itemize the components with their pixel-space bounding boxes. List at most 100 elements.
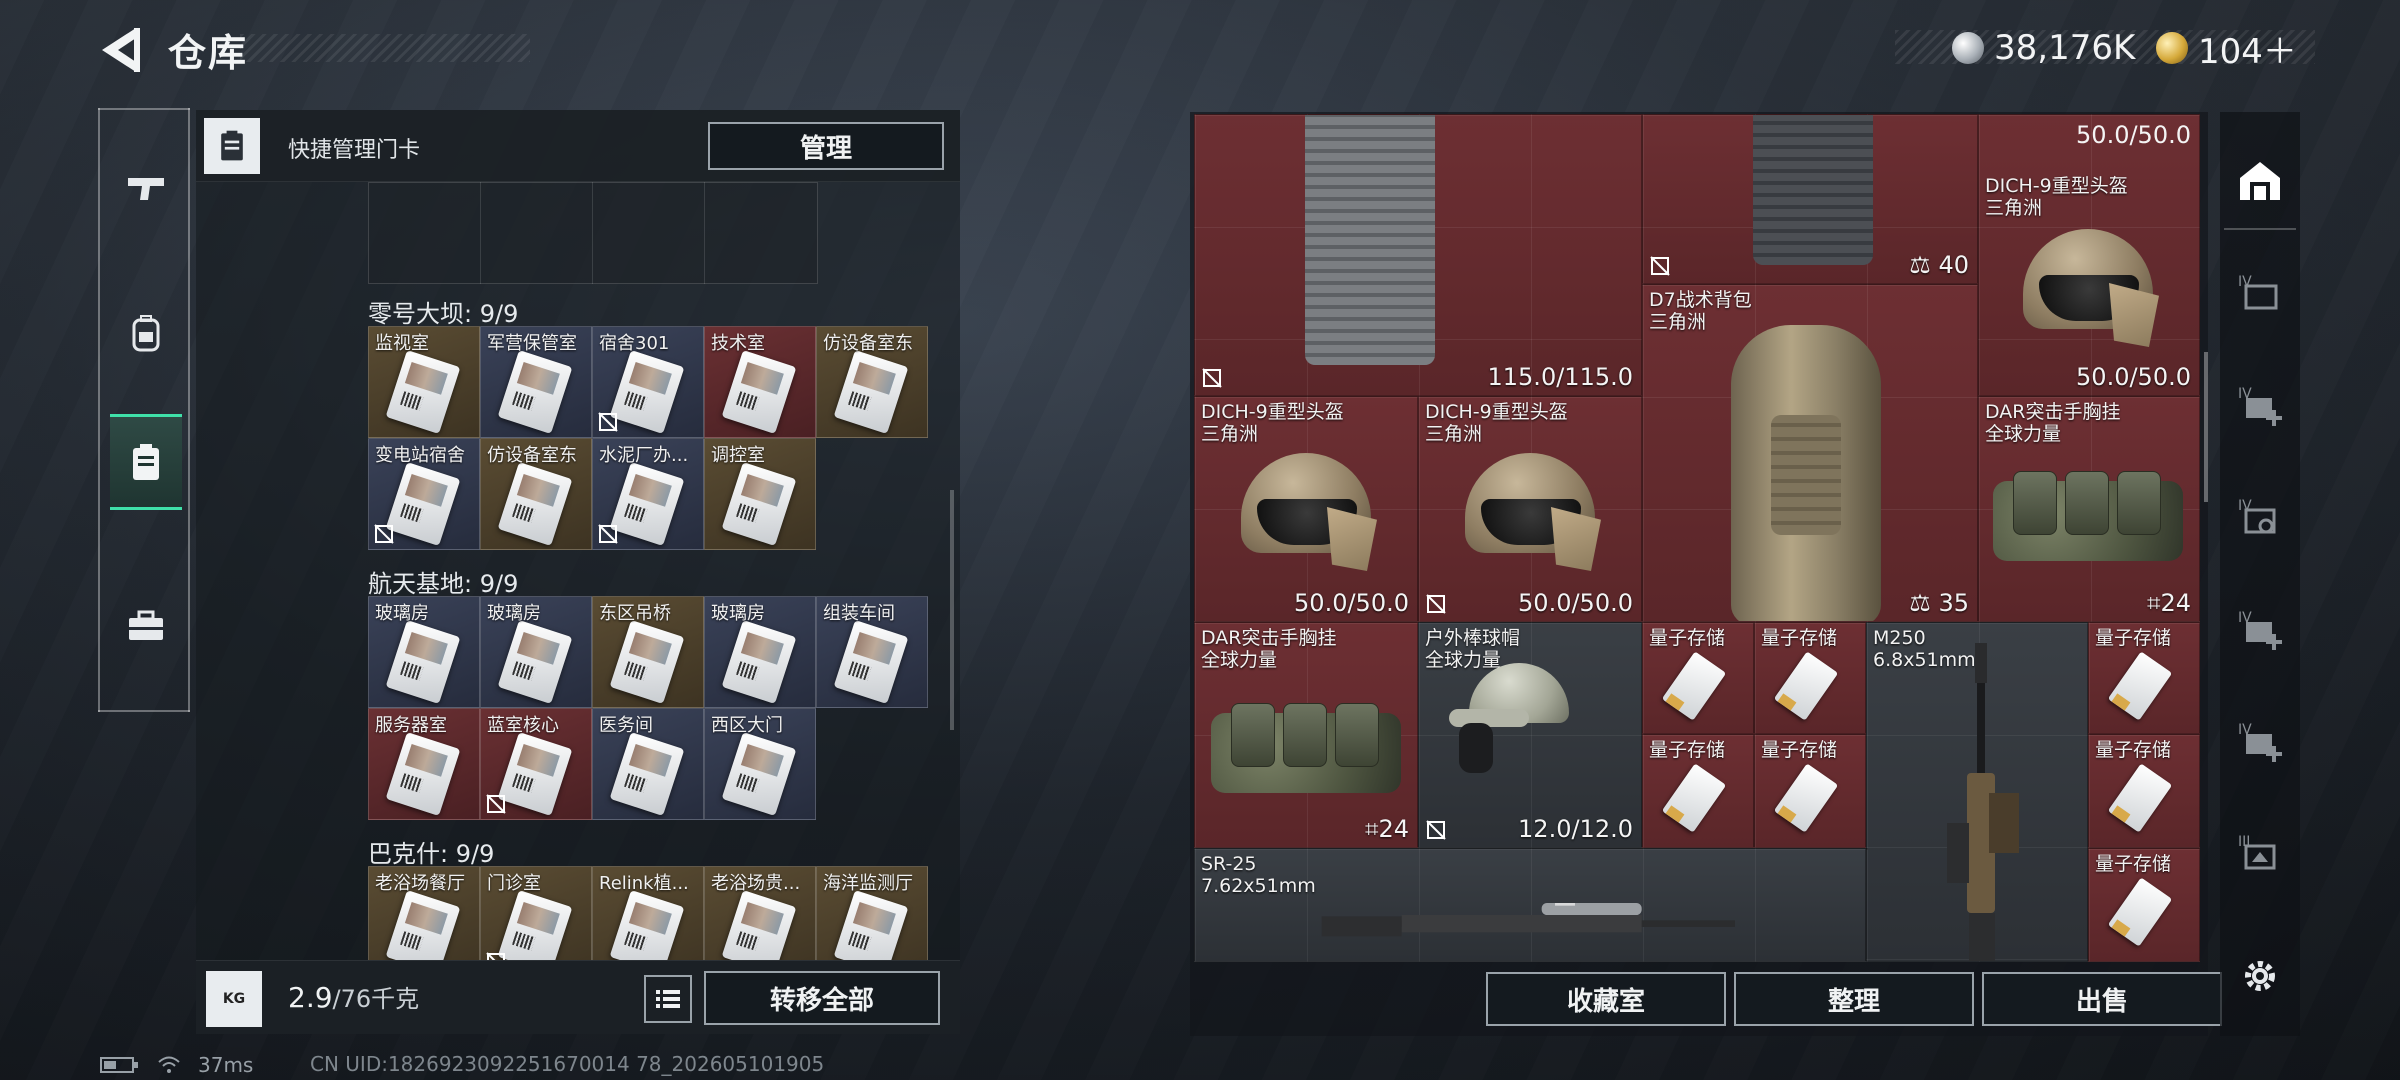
stash-tab-3[interactable]: III bbox=[2230, 822, 2290, 882]
stash-item-sr25[interactable]: SR-25 7.62x51mm bbox=[1194, 848, 1866, 962]
keycard[interactable]: 医务间 bbox=[592, 708, 704, 820]
keycard-art bbox=[497, 890, 573, 960]
keycard-panel-footer: KG 2.9/76千克 转移全部 bbox=[196, 960, 960, 1034]
stash-item-chest-rig-b[interactable]: DAR突击手胸挂 全球力量 ⌗24 bbox=[1194, 622, 1418, 848]
item-capacity: ⌗24 bbox=[2147, 589, 2191, 617]
keycard[interactable]: 老浴场贵... bbox=[704, 866, 816, 960]
keycard[interactable]: 服务器室 bbox=[368, 708, 480, 820]
stash-tab-add-icon: IV bbox=[2238, 386, 2282, 426]
keycard[interactable]: 海洋监测厅 bbox=[816, 866, 928, 960]
keycard[interactable]: 监视室 bbox=[368, 326, 480, 438]
keycard-scrollbar[interactable] bbox=[950, 490, 954, 730]
stash-item-m250[interactable]: M250 6.8x51mm bbox=[1866, 622, 2088, 962]
stash-scrollbar[interactable] bbox=[2204, 352, 2208, 502]
gold-currency[interactable]: 104＋ bbox=[2156, 30, 2297, 72]
stash-tab-add-1[interactable]: IV bbox=[2230, 374, 2290, 434]
page-title: 仓库 bbox=[168, 31, 249, 75]
keycard[interactable]: 组装车间 bbox=[816, 596, 928, 708]
collection-room-button[interactable]: 收藏室 bbox=[1486, 972, 1726, 1026]
keycard-name: 军营保管室 bbox=[487, 333, 577, 354]
keycard-name: 组装车间 bbox=[823, 603, 895, 624]
keycard[interactable]: 玻璃房 bbox=[480, 596, 592, 708]
keycard[interactable]: 宿舍301 bbox=[592, 326, 704, 438]
keycard-art bbox=[721, 620, 797, 704]
keycard-holder-icon bbox=[204, 118, 260, 174]
keycard[interactable]: 技术室 bbox=[704, 326, 816, 438]
nav-equipment[interactable] bbox=[110, 286, 182, 382]
keycard-art bbox=[833, 350, 909, 434]
keycard[interactable]: 玻璃房 bbox=[704, 596, 816, 708]
keycard[interactable]: 西区大门 bbox=[704, 708, 816, 820]
stash-tab-add-2[interactable]: IV bbox=[2230, 598, 2290, 658]
transfer-all-button[interactable]: 转移全部 bbox=[704, 971, 940, 1025]
stash-item-vest-2[interactable]: ⚖ 40 bbox=[1642, 114, 1978, 284]
stash-grid[interactable]: 115.0/115.0 ⚖ 40 50.0/50.0 DICH-9重型头盔 三角洲… bbox=[1194, 114, 2200, 962]
section-title-brakkesh: 巴克什: 9/9 bbox=[368, 840, 495, 868]
stash-item-quantum-drive[interactable]: 量子存储 bbox=[2088, 734, 2200, 848]
keycard-art bbox=[721, 462, 797, 546]
item-weight: ⚖ 35 bbox=[1909, 589, 1969, 617]
stash-item-chest-rig-a[interactable]: DAR突击手胸挂 全球力量 ⌗24 bbox=[1978, 396, 2200, 622]
silver-coin-icon bbox=[1952, 32, 1984, 64]
nav-supplies[interactable] bbox=[110, 578, 182, 674]
keycard[interactable]: Relink植... bbox=[592, 866, 704, 960]
stash-item-quantum-drive[interactable]: 量子存储 bbox=[1642, 734, 1754, 848]
stash-empty-cell bbox=[1866, 848, 1868, 850]
item-name: D7战术背包 三角洲 bbox=[1649, 289, 1752, 333]
keycard[interactable]: 仿设备室东 bbox=[816, 326, 928, 438]
keycard-name: 老浴场餐厅 bbox=[375, 873, 465, 894]
sell-button[interactable]: 出售 bbox=[1982, 972, 2222, 1026]
keycard[interactable]: 水泥厂办... bbox=[592, 438, 704, 550]
keycard[interactable]: 门诊室 bbox=[480, 866, 592, 960]
keycard[interactable]: 仿设备室东 bbox=[480, 438, 592, 550]
stash-tab-add-3[interactable]: IV bbox=[2230, 710, 2290, 770]
keycard[interactable]: 老浴场餐厅 bbox=[368, 866, 480, 960]
keycard[interactable]: 调控室 bbox=[704, 438, 816, 550]
stash-item-backpack[interactable]: D7战术背包 三角洲 ⚖ 35 bbox=[1642, 284, 1978, 622]
stash-tab-4[interactable]: IV bbox=[2230, 262, 2290, 322]
stash-item-quantum-drive[interactable]: 量子存储 bbox=[2088, 622, 2200, 734]
stash-item-helmet-top[interactable]: 50.0/50.0 DICH-9重型头盔 三角洲 50.0/50.0 bbox=[1978, 114, 2200, 396]
item-title: SR-25 bbox=[1201, 853, 1257, 875]
stash-item-quantum-drive[interactable]: 量子存储 bbox=[2088, 848, 2200, 962]
stash-item-vest[interactable]: 115.0/115.0 bbox=[1194, 114, 1642, 396]
stash-tab-add-icon: IV bbox=[2238, 610, 2282, 650]
keycard-art bbox=[497, 462, 573, 546]
drive-art bbox=[2107, 877, 2173, 947]
keycard[interactable]: 军营保管室 bbox=[480, 326, 592, 438]
keycard-art bbox=[721, 350, 797, 434]
drive-art bbox=[1661, 763, 1727, 833]
stash-tab-search[interactable]: IV bbox=[2230, 486, 2290, 546]
keycard[interactable]: 变电站宿舍 bbox=[368, 438, 480, 550]
nav-keycards[interactable] bbox=[110, 414, 182, 510]
unbound-icon bbox=[486, 952, 505, 960]
list-view-button[interactable] bbox=[644, 975, 692, 1023]
keycard-list[interactable]: 零号大坝: 9/9 监视室 军营保管室 宿舍301 技术室 仿设备室东 变电站宿舍 仿设备室… bbox=[196, 182, 960, 960]
stash-tab-home[interactable] bbox=[2230, 150, 2290, 210]
top-bar: 仓库 38,176K 104＋ bbox=[0, 0, 2400, 100]
stash-item-quantum-drive[interactable]: 量子存储 bbox=[1642, 622, 1754, 734]
list-icon bbox=[656, 990, 680, 1008]
keycard-name: 玻璃房 bbox=[375, 603, 429, 624]
stash-item-baseball-cap[interactable]: 户外棒球帽 全球力量 12.0/12.0 bbox=[1418, 622, 1642, 848]
settings-button[interactable] bbox=[2230, 946, 2290, 1006]
manage-button[interactable]: 管理 bbox=[708, 122, 944, 170]
keycard[interactable]: 东区吊桥 bbox=[592, 596, 704, 708]
stash-item-quantum-drive[interactable]: 量子存储 bbox=[1754, 734, 1866, 848]
empty-keycard-slots bbox=[368, 182, 818, 284]
stash-item-quantum-drive[interactable]: 量子存储 bbox=[1754, 622, 1866, 734]
item-title: 户外棒球帽 bbox=[1425, 627, 1521, 649]
stash-tab-bar: IV IV IV IV IV III bbox=[2220, 112, 2300, 1036]
keycard[interactable]: 玻璃房 bbox=[368, 596, 480, 708]
stash-item-helmet-a[interactable]: DICH-9重型头盔 三角洲 50.0/50.0 bbox=[1194, 396, 1418, 622]
keycard-art bbox=[385, 732, 461, 816]
keycard[interactable]: 蓝室核心 bbox=[480, 708, 592, 820]
keycard-name: 玻璃房 bbox=[487, 603, 541, 624]
stash-tab-4-icon: IV bbox=[2238, 274, 2278, 310]
organize-button[interactable]: 整理 bbox=[1734, 972, 1974, 1026]
stash-item-helmet-b[interactable]: DICH-9重型头盔 三角洲 50.0/50.0 bbox=[1418, 396, 1642, 622]
keycard-name: 东区吊桥 bbox=[599, 603, 671, 624]
title-decoration bbox=[240, 34, 530, 62]
nav-weapons[interactable] bbox=[110, 140, 182, 236]
back-button[interactable] bbox=[96, 22, 146, 78]
